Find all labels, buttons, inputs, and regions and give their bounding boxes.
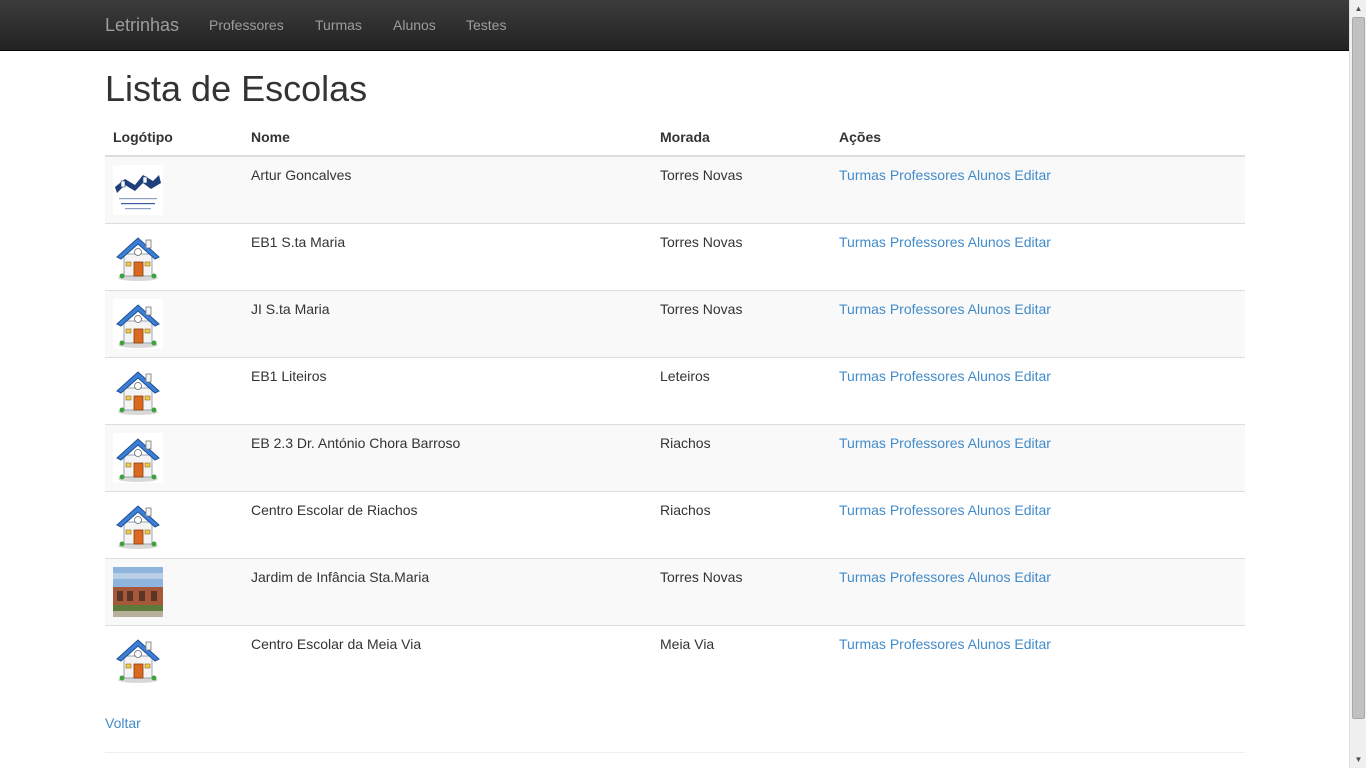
vertical-scrollbar[interactable]: ▲ ▼ xyxy=(1349,0,1366,768)
logo-cell xyxy=(105,357,243,425)
alunos-link[interactable]: Alunos xyxy=(968,502,1011,518)
turmas-link[interactable]: Turmas xyxy=(839,502,886,518)
table-row: Artur Goncalves Torres Novas Turmas Profes… xyxy=(105,156,1245,224)
school-name: JI S.ta Maria xyxy=(243,290,652,358)
alunos-link[interactable]: Alunos xyxy=(968,569,1011,585)
alunos-link[interactable]: Alunos xyxy=(968,435,1011,451)
house-icon xyxy=(113,500,163,550)
school-name: Centro Escolar da Meia Via xyxy=(243,625,652,693)
turmas-link[interactable]: Turmas xyxy=(839,234,886,250)
scroll-up-arrow-icon[interactable]: ▲ xyxy=(1350,0,1366,17)
professores-link[interactable]: Professores xyxy=(890,569,965,585)
actions-cell: Turmas Professores Alunos Editar xyxy=(831,424,1245,492)
turmas-link[interactable]: Turmas xyxy=(839,301,886,317)
table-row: Jardim de Infância Sta.Maria Torres Novas… xyxy=(105,558,1245,626)
turmas-link[interactable]: Turmas xyxy=(839,569,886,585)
logo-cell xyxy=(105,491,243,559)
top-navbar: Letrinhas Professores Turmas Alunos Test… xyxy=(0,0,1349,51)
nav-item-testes[interactable]: Testes xyxy=(466,17,506,33)
table-row: EB1 S.ta Maria Torres Novas Turmas Profess… xyxy=(105,223,1245,291)
house-icon xyxy=(113,232,163,282)
school-name: EB1 Liteiros xyxy=(243,357,652,425)
header-acoes: Ações xyxy=(831,118,1245,157)
back-link[interactable]: Voltar xyxy=(105,713,141,733)
school-address: Torres Novas xyxy=(652,558,831,626)
actions-cell: Turmas Professores Alunos Editar xyxy=(831,290,1245,358)
building-photo xyxy=(113,567,163,617)
actions-cell: Turmas Professores Alunos Editar xyxy=(831,156,1245,224)
turmas-link[interactable]: Turmas xyxy=(839,167,886,183)
brand-link[interactable]: Letrinhas xyxy=(105,15,179,35)
table-row: Centro Escolar de Riachos Riachos Turmas P… xyxy=(105,491,1245,559)
professores-link[interactable]: Professores xyxy=(890,502,965,518)
nav-item-professores[interactable]: Professores xyxy=(209,17,284,33)
editar-link[interactable]: Editar xyxy=(1014,167,1051,183)
editar-link[interactable]: Editar xyxy=(1014,301,1051,317)
professores-link[interactable]: Professores xyxy=(890,636,965,652)
school-name: Jardim de Infância Sta.Maria xyxy=(243,558,652,626)
house-icon xyxy=(113,634,163,684)
professores-link[interactable]: Professores xyxy=(890,301,965,317)
school-address: Leteiros xyxy=(652,357,831,425)
table-row: EB1 Liteiros Leteiros Turmas Professores A… xyxy=(105,357,1245,425)
table-header-row: Logótipo Nome Morada Ações xyxy=(105,118,1245,157)
logo-cell xyxy=(105,156,243,224)
nav-item-alunos[interactable]: Alunos xyxy=(393,17,436,33)
school-name: EB 2.3 Dr. António Chora Barroso xyxy=(243,424,652,492)
table-row: EB 2.3 Dr. António Chora Barroso Riachos T… xyxy=(105,424,1245,492)
turmas-link[interactable]: Turmas xyxy=(839,368,886,384)
house-icon xyxy=(113,433,163,483)
turmas-link[interactable]: Turmas xyxy=(839,636,886,652)
schools-table: Logótipo Nome Morada Ações Artur Goncalv… xyxy=(105,118,1245,693)
school-address: Torres Novas xyxy=(652,156,831,224)
header-logotipo: Logótipo xyxy=(105,118,243,157)
scroll-thumb[interactable] xyxy=(1352,17,1365,719)
editar-link[interactable]: Editar xyxy=(1014,368,1051,384)
header-nome: Nome xyxy=(243,118,652,157)
school-address: Riachos xyxy=(652,491,831,559)
school-name: EB1 S.ta Maria xyxy=(243,223,652,291)
school-address: Torres Novas xyxy=(652,223,831,291)
logo-cell xyxy=(105,558,243,626)
professores-link[interactable]: Professores xyxy=(890,435,965,451)
actions-cell: Turmas Professores Alunos Editar xyxy=(831,625,1245,693)
editar-link[interactable]: Editar xyxy=(1014,636,1051,652)
logo-cell xyxy=(105,625,243,693)
alunos-link[interactable]: Alunos xyxy=(968,636,1011,652)
house-icon xyxy=(113,299,163,349)
actions-cell: Turmas Professores Alunos Editar xyxy=(831,223,1245,291)
actions-cell: Turmas Professores Alunos Editar xyxy=(831,558,1245,626)
actions-cell: Turmas Professores Alunos Editar xyxy=(831,491,1245,559)
alunos-link[interactable]: Alunos xyxy=(968,167,1011,183)
nav-item-turmas[interactable]: Turmas xyxy=(315,17,362,33)
header-morada: Morada xyxy=(652,118,831,157)
professores-link[interactable]: Professores xyxy=(890,368,965,384)
professores-link[interactable]: Professores xyxy=(890,167,965,183)
editar-link[interactable]: Editar xyxy=(1014,435,1051,451)
house-icon xyxy=(113,366,163,416)
logo-cell xyxy=(105,223,243,291)
footer-divider xyxy=(105,752,1245,753)
school-address: Torres Novas xyxy=(652,290,831,358)
school-address: Riachos xyxy=(652,424,831,492)
scroll-down-arrow-icon[interactable]: ▼ xyxy=(1350,751,1366,768)
editar-link[interactable]: Editar xyxy=(1014,569,1051,585)
logo-cell xyxy=(105,424,243,492)
table-row: Centro Escolar da Meia Via Meia Via Turmas… xyxy=(105,625,1245,693)
table-row: JI S.ta Maria Torres Novas Turmas Professo… xyxy=(105,290,1245,358)
school-crest-logo xyxy=(113,165,163,215)
editar-link[interactable]: Editar xyxy=(1014,234,1051,250)
school-address: Meia Via xyxy=(652,625,831,693)
turmas-link[interactable]: Turmas xyxy=(839,435,886,451)
logo-cell xyxy=(105,290,243,358)
actions-cell: Turmas Professores Alunos Editar xyxy=(831,357,1245,425)
alunos-link[interactable]: Alunos xyxy=(968,368,1011,384)
page-title: Lista de Escolas xyxy=(105,68,368,109)
editar-link[interactable]: Editar xyxy=(1014,502,1051,518)
alunos-link[interactable]: Alunos xyxy=(968,301,1011,317)
professores-link[interactable]: Professores xyxy=(890,234,965,250)
school-name: Artur Goncalves xyxy=(243,156,652,224)
school-name: Centro Escolar de Riachos xyxy=(243,491,652,559)
alunos-link[interactable]: Alunos xyxy=(968,234,1011,250)
